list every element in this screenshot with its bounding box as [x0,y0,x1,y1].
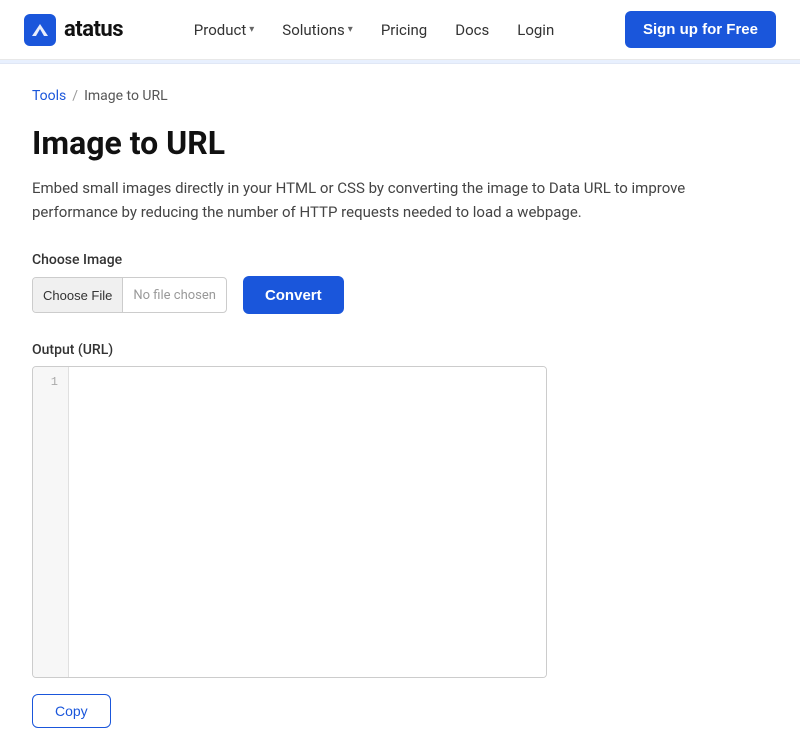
header-actions: Sign up for Free [625,11,776,48]
breadcrumb: Tools / Image to URL [32,88,768,104]
nav-item-product[interactable]: Product ▾ [182,13,266,47]
chevron-down-icon: ▾ [249,24,254,35]
file-input-wrapper: Choose File No file chosen [32,277,227,313]
main-content: Tools / Image to URL Image to URL Embed … [0,64,800,752]
convert-button[interactable]: Convert [243,276,344,314]
output-label: Output (URL) [32,342,768,358]
file-input-row: Choose File No file chosen Convert [32,276,768,314]
breadcrumb-separator: / [72,88,78,104]
header: atatus Product ▾ Solutions ▾ Pricing Doc… [0,0,800,60]
output-textarea[interactable] [69,367,546,677]
logo[interactable]: atatus [24,14,123,46]
nav-item-pricing[interactable]: Pricing [369,13,439,47]
choose-image-label: Choose Image [32,252,768,268]
page-title: Image to URL [32,124,768,162]
signup-button[interactable]: Sign up for Free [625,11,776,48]
line-numbers: 1 [33,367,69,677]
logo-icon [24,14,56,46]
no-file-text: No file chosen [123,288,226,303]
choose-file-button[interactable]: Choose File [33,278,123,312]
chevron-down-icon: ▾ [348,24,353,35]
line-number-1: 1 [43,375,58,389]
page-description: Embed small images directly in your HTML… [32,176,712,224]
nav-item-solutions[interactable]: Solutions ▾ [270,13,365,47]
logo-text: atatus [64,17,123,42]
output-area-wrapper: 1 [32,366,547,678]
breadcrumb-current: Image to URL [84,88,168,104]
breadcrumb-tools-link[interactable]: Tools [32,88,66,104]
nav-item-docs[interactable]: Docs [443,13,501,47]
main-nav: Product ▾ Solutions ▾ Pricing Docs Login [182,13,566,47]
nav-item-login[interactable]: Login [505,13,566,47]
copy-button[interactable]: Copy [32,694,111,728]
